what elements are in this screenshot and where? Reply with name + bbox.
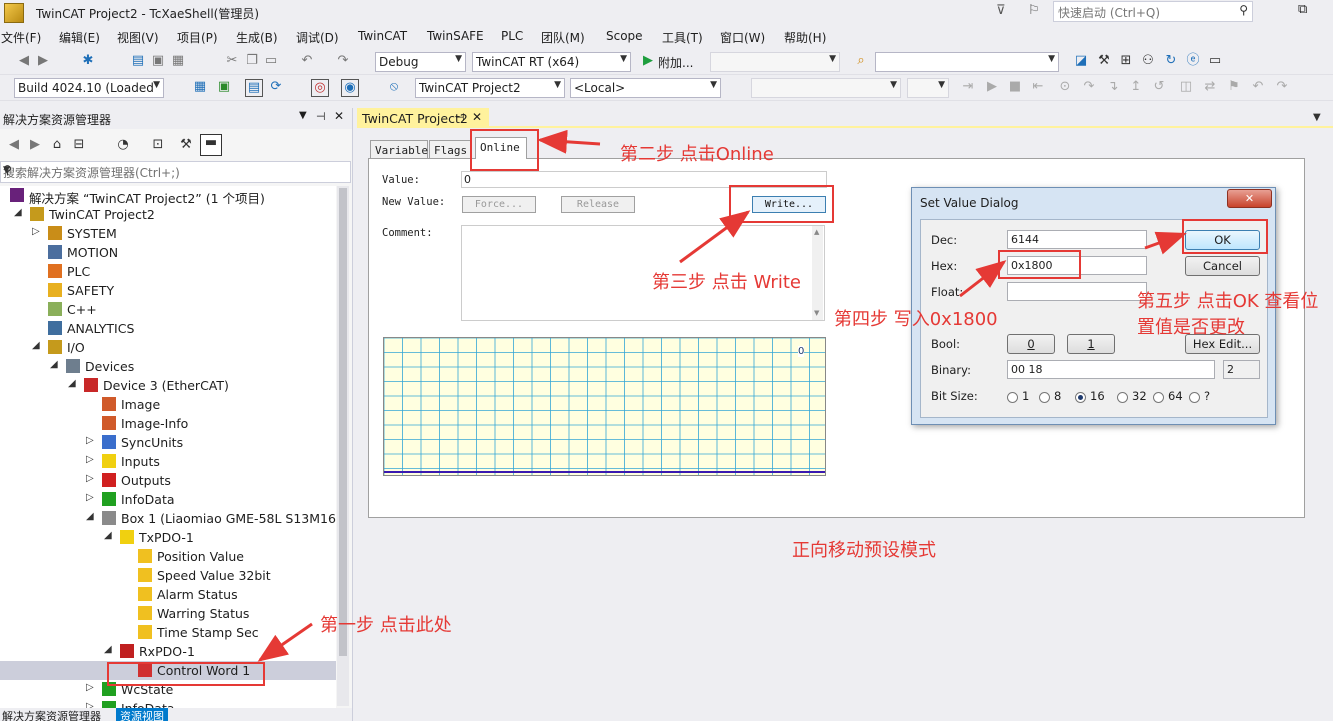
annotation-arrows — [257, 129, 1187, 662]
tab-online[interactable]: Online — [475, 137, 527, 159]
step5-arrow — [1144, 231, 1187, 255]
tab-online-label: Online — [480, 141, 520, 154]
step1-arrow — [257, 622, 313, 662]
step2-arrow — [537, 129, 601, 154]
step4-arrow — [959, 260, 1007, 298]
step3-arrow — [679, 210, 751, 264]
